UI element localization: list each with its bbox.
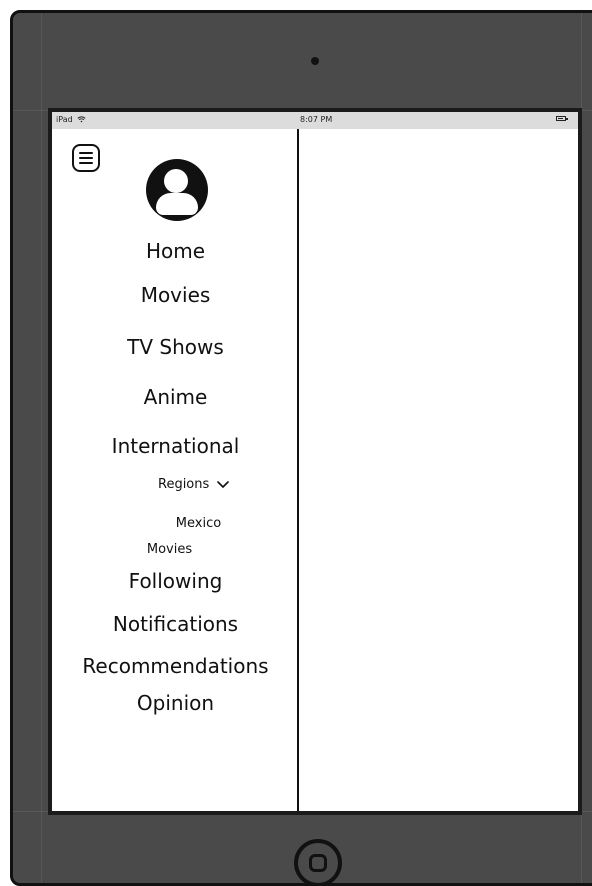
menu-line xyxy=(79,152,93,154)
avatar-head xyxy=(164,169,188,193)
device-label: iPad xyxy=(56,115,73,124)
menu-line xyxy=(79,162,93,164)
sidebar-item-notifications[interactable]: Notifications xyxy=(52,612,299,636)
status-bar: iPad 8:07 PM xyxy=(52,112,578,129)
camera-icon xyxy=(311,57,319,65)
avatar-body xyxy=(156,193,198,215)
sidebar-item-recommendations[interactable]: Recommendations xyxy=(52,654,299,678)
chevron-down-icon xyxy=(217,481,230,489)
sidebar-item-movies[interactable]: Movies xyxy=(52,283,299,307)
device-screen: iPad 8:07 PM Home Movies TV Shows Anime … xyxy=(48,108,582,815)
tablet-mockup: iPad 8:07 PM Home Movies TV Shows Anime … xyxy=(0,0,592,886)
regions-dropdown[interactable]: Regions xyxy=(158,477,230,493)
wifi-icon xyxy=(77,116,86,123)
home-button-inner xyxy=(309,854,327,872)
status-left: iPad xyxy=(56,115,86,124)
ipad-frame: iPad 8:07 PM Home Movies TV Shows Anime … xyxy=(10,10,592,886)
home-button-icon[interactable] xyxy=(294,839,342,886)
user-avatar-icon[interactable] xyxy=(146,159,208,221)
battery-icon xyxy=(556,116,568,121)
sidebar-item-home[interactable]: Home xyxy=(52,239,299,263)
menu-line xyxy=(79,157,93,159)
status-time: 8:07 PM xyxy=(300,115,333,124)
menu-icon[interactable] xyxy=(72,144,100,172)
sidebar-item-international[interactable]: International xyxy=(52,434,299,458)
sidebar-item-following[interactable]: Following xyxy=(52,569,299,593)
sidebar-item-anime[interactable]: Anime xyxy=(52,385,299,409)
layout-guide xyxy=(41,13,42,883)
main-content-pane xyxy=(299,129,578,811)
sidebar-subitem-mexico[interactable]: Mexico xyxy=(75,516,322,532)
sidebar-item-opinion[interactable]: Opinion xyxy=(52,691,299,715)
regions-label: Regions xyxy=(158,477,210,492)
sidebar-menu: Home Movies TV Shows Anime International… xyxy=(52,129,299,811)
sidebar-subitem-movies[interactable]: Movies xyxy=(52,542,293,558)
sidebar-item-tv-shows[interactable]: TV Shows xyxy=(52,335,299,359)
